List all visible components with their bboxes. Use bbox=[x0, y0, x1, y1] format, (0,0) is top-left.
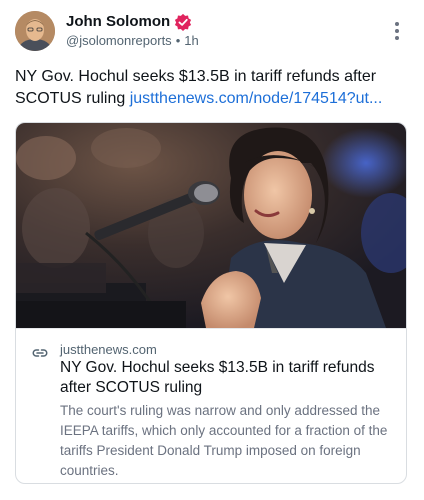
more-vertical-icon-dot bbox=[395, 29, 399, 33]
link-preview-description: The court's ruling was narrow and only a… bbox=[60, 403, 388, 478]
post-card: John Solomon @jsolomonreports • 1h NY Gov.… bbox=[0, 0, 424, 500]
author-name[interactable]: John Solomon bbox=[66, 13, 170, 31]
meta-separator: • bbox=[175, 33, 181, 48]
link-preview-domain: justthenews.com bbox=[60, 342, 157, 357]
link-icon bbox=[32, 349, 48, 357]
link-preview-title: NY Gov. Hochul seeks $13.5B in tariff re… bbox=[60, 359, 375, 396]
author-avatar[interactable] bbox=[15, 11, 55, 51]
link-preview-card[interactable]: justthenews.com NY Gov. Hochul seeks $13… bbox=[15, 122, 407, 484]
more-vertical-icon bbox=[395, 22, 399, 26]
more-vertical-icon-dot bbox=[395, 36, 399, 40]
post-timestamp[interactable]: 1h bbox=[184, 33, 198, 48]
verified-badge-icon bbox=[174, 13, 192, 31]
post-link[interactable]: justthenews.com/node/174514?ut... bbox=[130, 90, 383, 107]
post-text: NY Gov. Hochul seeks $13.5B in tariff re… bbox=[15, 66, 407, 110]
author-handle[interactable]: @jsolomonreports bbox=[66, 33, 172, 48]
link-preview-image bbox=[16, 123, 406, 328]
author-meta: @jsolomonreports • 1h bbox=[66, 33, 199, 49]
link-preview-meta: justthenews.com NY Gov. Hochul seeks $13… bbox=[16, 328, 406, 483]
more-options-button[interactable] bbox=[387, 19, 407, 43]
